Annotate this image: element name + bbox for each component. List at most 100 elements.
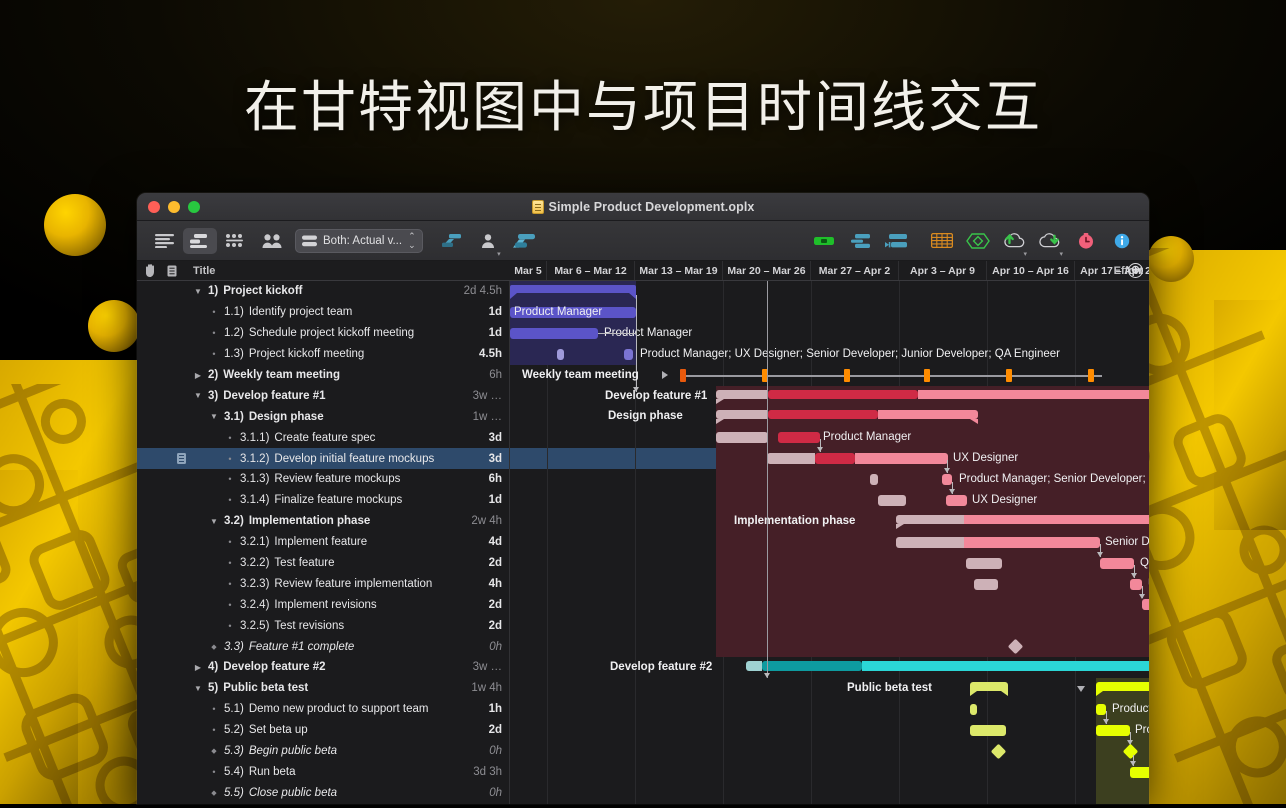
table-row[interactable]: •3.1.3)Review feature mockups6h	[137, 469, 509, 490]
gantt-bar[interactable]	[767, 453, 815, 464]
green-level-button[interactable]	[807, 228, 841, 254]
expand-triangle-icon[interactable]	[662, 371, 668, 379]
disclosure-closed-icon[interactable]: ▶	[193, 371, 203, 380]
table-row[interactable]: •3.2.5)Test revisions2d	[137, 615, 509, 636]
gantt-remaining-bar[interactable]	[1096, 682, 1149, 691]
gantt-bar[interactable]	[815, 453, 855, 464]
gantt-bar[interactable]	[946, 495, 967, 506]
timeline-header[interactable]: Mar 5Mar 6 – Mar 12Mar 13 – Mar 19Mar 20…	[510, 261, 1149, 280]
gantt-bar[interactable]	[557, 349, 564, 360]
gantt-bar[interactable]	[716, 432, 768, 443]
row-effort[interactable]: 1h	[461, 703, 509, 715]
gantt-bar[interactable]	[624, 349, 633, 360]
table-row[interactable]: ▶2)Weekly team meeting6h	[137, 365, 509, 386]
table-row[interactable]: ◆5.3)Begin public beta0h	[137, 741, 509, 762]
row-effort[interactable]: 1d	[461, 494, 509, 506]
schedule-button[interactable]	[879, 228, 913, 254]
network-view-button[interactable]	[219, 228, 253, 254]
gantt-remaining-bar[interactable]	[918, 390, 1149, 399]
table-row[interactable]: •5.2)Set beta up2d	[137, 720, 509, 741]
disclosure-open-icon[interactable]: ▼	[193, 287, 203, 296]
disclosure-open-icon[interactable]: ▼	[209, 517, 219, 526]
table-row[interactable]: ▼3)Develop feature #13w …	[137, 385, 509, 406]
note-icon[interactable]	[177, 453, 186, 464]
gantt-actual-bar[interactable]	[746, 661, 762, 671]
row-effort[interactable]: 6h	[461, 369, 509, 381]
gantt-bar[interactable]	[1142, 599, 1149, 610]
table-row[interactable]: •1.2)Schedule project kickoff meeting1d	[137, 323, 509, 344]
table-row[interactable]: ▼5)Public beta test1w 4h	[137, 678, 509, 699]
hand-icon[interactable]	[144, 264, 157, 277]
gantt-actual-bar[interactable]	[716, 410, 768, 419]
table-row[interactable]: •3.1.1)Create feature spec3d	[137, 427, 509, 448]
gantt-summary-bar[interactable]	[510, 285, 636, 293]
disclosure-closed-icon[interactable]: ▶	[193, 663, 203, 672]
gantt-actual-bar[interactable]	[716, 390, 768, 399]
row-effort[interactable]: 0h	[461, 641, 509, 653]
table-row[interactable]: ◆5.5)Close public beta0h	[137, 782, 509, 803]
gantt-bar[interactable]	[1130, 579, 1142, 590]
row-effort[interactable]: 2w 4h	[461, 515, 509, 527]
row-effort[interactable]: 3d 3h	[461, 766, 509, 778]
task-outline-list[interactable]: ▼1)Project kickoff2d 4.5h•1.1)Identify p…	[137, 281, 510, 804]
weekly-meeting-marker[interactable]	[924, 369, 930, 382]
row-effort[interactable]: 4.5h	[461, 348, 509, 360]
gantt-progress-bar[interactable]	[768, 390, 918, 399]
row-effort[interactable]: 4h	[461, 578, 509, 590]
publish-button[interactable]: ▾	[997, 228, 1031, 254]
gantt-bar[interactable]	[966, 558, 1002, 569]
indent-button[interactable]	[843, 228, 877, 254]
assignments-button[interactable]: ▾	[471, 228, 505, 254]
gantt-scrubber-line[interactable]	[767, 281, 768, 678]
gantt-chart[interactable]: Product ManagerProduct ManagerProduct Ma…	[510, 281, 1149, 804]
disclosure-open-icon[interactable]: ▼	[209, 412, 219, 421]
table-row[interactable]: ◆3.3)Feature #1 complete0h	[137, 636, 509, 657]
gantt-bar[interactable]	[964, 537, 1100, 548]
gantt-bar[interactable]	[1130, 767, 1149, 778]
row-effort[interactable]: 2d 4.5h	[461, 285, 509, 297]
gantt-bar[interactable]	[896, 537, 964, 548]
row-effort[interactable]: 1d	[461, 327, 509, 339]
table-row[interactable]: •3.1.2)Develop initial feature mockups3d	[137, 448, 509, 469]
row-effort[interactable]: 0h	[461, 787, 509, 799]
gantt-bar[interactable]	[942, 474, 952, 485]
table-row[interactable]: •3.2.1)Implement feature4d	[137, 532, 509, 553]
table-row[interactable]: •3.2.4)Implement revisions2d	[137, 594, 509, 615]
row-effort[interactable]: 1d	[461, 306, 509, 318]
resource-view-button[interactable]	[255, 228, 289, 254]
magnifier-plus-icon[interactable]: ⊕	[1128, 263, 1143, 278]
gantt-bar[interactable]	[855, 453, 948, 464]
row-effort[interactable]: 3d	[461, 432, 509, 444]
outline-view-button[interactable]	[147, 228, 181, 254]
table-row[interactable]: •1.3)Project kickoff meeting4.5h	[137, 344, 509, 365]
gantt-bar[interactable]	[878, 495, 906, 506]
row-effort[interactable]: 3w …	[461, 661, 509, 673]
table-row[interactable]: •1.1)Identify project team1d	[137, 302, 509, 323]
collapse-triangle-icon[interactable]	[1077, 686, 1085, 692]
gantt-bar[interactable]	[870, 474, 878, 485]
diamond-button[interactable]	[961, 228, 995, 254]
row-effort[interactable]: 6h	[461, 473, 509, 485]
gantt-remaining-bar[interactable]	[964, 515, 1149, 524]
disclosure-open-icon[interactable]: ▼	[193, 684, 203, 693]
row-effort[interactable]: 2d	[461, 620, 509, 632]
row-effort[interactable]: 4d	[461, 536, 509, 548]
schedule-mode-popup[interactable]: Both: Actual v... ⌃⌄	[295, 229, 423, 253]
table-row[interactable]: ▶4)Develop feature #23w …	[137, 657, 509, 678]
levelling-button[interactable]	[435, 228, 469, 254]
row-effort[interactable]: 2d	[461, 599, 509, 611]
gantt-milestone-actual[interactable]	[991, 744, 1007, 760]
gantt-tools-button[interactable]	[507, 228, 541, 254]
row-effort[interactable]: 3w …	[461, 390, 509, 402]
row-effort[interactable]: 3d	[461, 453, 509, 465]
gantt-remaining-bar[interactable]	[878, 410, 978, 419]
gantt-bar[interactable]	[970, 725, 1006, 736]
row-effort[interactable]: 1w …	[461, 411, 509, 423]
table-row[interactable]: •5.4)Run beta3d 3h	[137, 761, 509, 782]
table-row[interactable]: ▼1)Project kickoff2d 4.5h	[137, 281, 509, 302]
weekly-meeting-marker[interactable]	[844, 369, 850, 382]
table-row[interactable]: ▼3.2)Implementation phase2w 4h	[137, 511, 509, 532]
gantt-remaining-bar[interactable]	[862, 661, 1149, 671]
gantt-bar[interactable]	[1096, 725, 1130, 736]
row-effort[interactable]: 1w 4h	[461, 682, 509, 694]
